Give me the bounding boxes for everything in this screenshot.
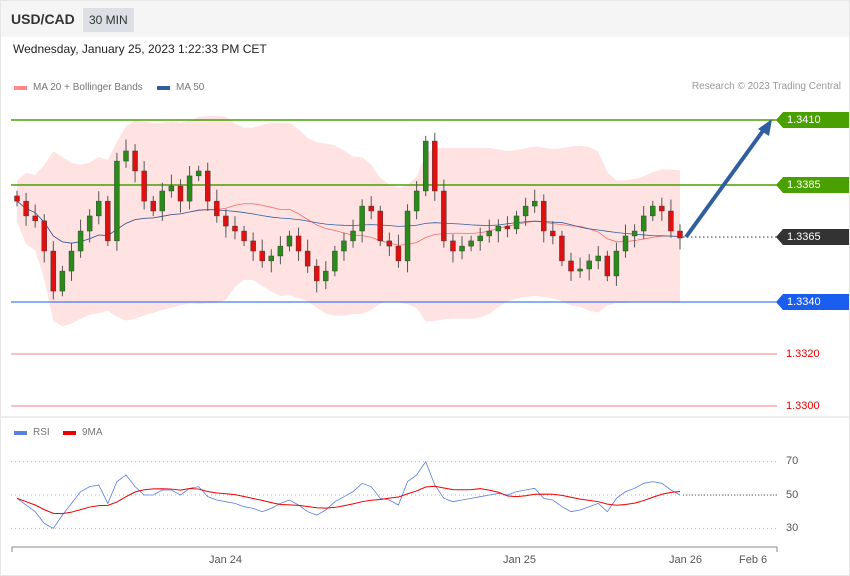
candle-body [586, 260, 592, 270]
legend-label: RSI [33, 427, 50, 438]
candle-body [259, 250, 265, 262]
candle-body [32, 215, 38, 222]
legend-label: 9MA [82, 427, 103, 438]
candle-body [413, 190, 420, 212]
candle-body [141, 170, 147, 202]
candle-body [105, 200, 111, 242]
candle-body [595, 255, 601, 262]
candle-body [640, 215, 647, 232]
candle-body [232, 225, 238, 232]
candle-body [631, 230, 638, 237]
candle-body [241, 230, 247, 242]
candle-body [577, 268, 583, 272]
candle-body [286, 235, 293, 247]
candle-body [223, 215, 229, 227]
candle-body [386, 240, 393, 247]
candle-body [395, 245, 402, 262]
candle-body [50, 250, 57, 292]
candle-body [195, 170, 202, 177]
candle-body [268, 255, 275, 262]
candle-body [541, 200, 547, 232]
candle-body [68, 250, 75, 272]
candle-body [159, 190, 166, 212]
candle-body [504, 225, 511, 230]
candle-body [568, 260, 574, 272]
candle-body [114, 160, 120, 242]
candle-body [659, 205, 665, 212]
candle-body [123, 150, 129, 162]
candle-body [277, 245, 284, 257]
candle-body [622, 235, 629, 252]
candle-body [23, 200, 29, 217]
candle-body [422, 140, 429, 192]
candle-body [168, 185, 175, 192]
candle-body [314, 265, 320, 282]
candle-body [613, 250, 620, 277]
forecast-arrow [684, 126, 767, 239]
current-price-tag: 1.3365 [776, 229, 849, 245]
x-tick: Jan 26 [669, 554, 703, 566]
price-chart [1, 115, 849, 552]
candle-body [495, 225, 502, 232]
candle-body [132, 150, 138, 172]
candle-body [450, 240, 456, 252]
candle-body [250, 240, 256, 252]
candle-body [96, 200, 102, 217]
x-tick: Jan 24 [209, 554, 243, 566]
candle-body [368, 205, 374, 212]
candle-body [186, 175, 193, 202]
candle-body [350, 230, 356, 242]
candle-body [205, 170, 211, 202]
candle-body [486, 230, 492, 237]
candle-body [332, 250, 338, 272]
candle-body [59, 270, 66, 292]
candle-body [377, 210, 383, 242]
candle-body [341, 240, 347, 252]
candle-body [304, 250, 311, 267]
chart-widget: USD/CAD 30 MIN Wednesday, January 25, 20… [0, 0, 850, 576]
candle-body [14, 195, 20, 202]
candle-body [677, 230, 683, 239]
candle-body [468, 240, 474, 247]
candle-body [550, 230, 556, 237]
candle-body [459, 245, 465, 252]
rsi-line [16, 460, 681, 529]
candle-body [477, 235, 483, 242]
candle-body [650, 205, 656, 217]
candle-body [604, 255, 611, 277]
level-tag-1: 1.3410 [776, 112, 849, 128]
candle-body [404, 210, 411, 262]
candle-body [41, 220, 47, 252]
candle-body [295, 235, 302, 252]
level-tag-pivot: 1.3340 [776, 294, 849, 310]
candle-body [177, 185, 184, 202]
legend-rsi: RSI [14, 427, 50, 438]
candle-body [77, 230, 84, 252]
candle-body [522, 205, 529, 217]
candle-body [323, 270, 329, 282]
rsi-tick-50: 50 [786, 489, 799, 501]
candle-body [513, 215, 520, 230]
candle-body [214, 200, 220, 217]
x-tick: Jan 25 [503, 554, 537, 566]
x-axis [11, 546, 778, 552]
candle-body [86, 215, 93, 232]
x-tick: Feb 6 [739, 554, 768, 566]
candle-body [359, 205, 365, 232]
support-label-1: 1.3320 [786, 348, 820, 360]
candle-body [150, 200, 156, 212]
support-label-2: 1.3300 [786, 400, 820, 412]
candle-body [531, 200, 538, 207]
candle-body [668, 210, 674, 232]
rsi-tick-70: 70 [786, 455, 799, 467]
ma9-swatch-icon [63, 430, 76, 435]
legend-9ma: 9MA [63, 427, 103, 438]
rsi-swatch-icon [14, 430, 27, 435]
candle-body [441, 190, 447, 242]
candle-body [559, 235, 565, 262]
rsi-tick-30: 30 [786, 522, 799, 534]
level-tag-2: 1.3385 [776, 177, 849, 193]
candle-body [432, 140, 438, 192]
